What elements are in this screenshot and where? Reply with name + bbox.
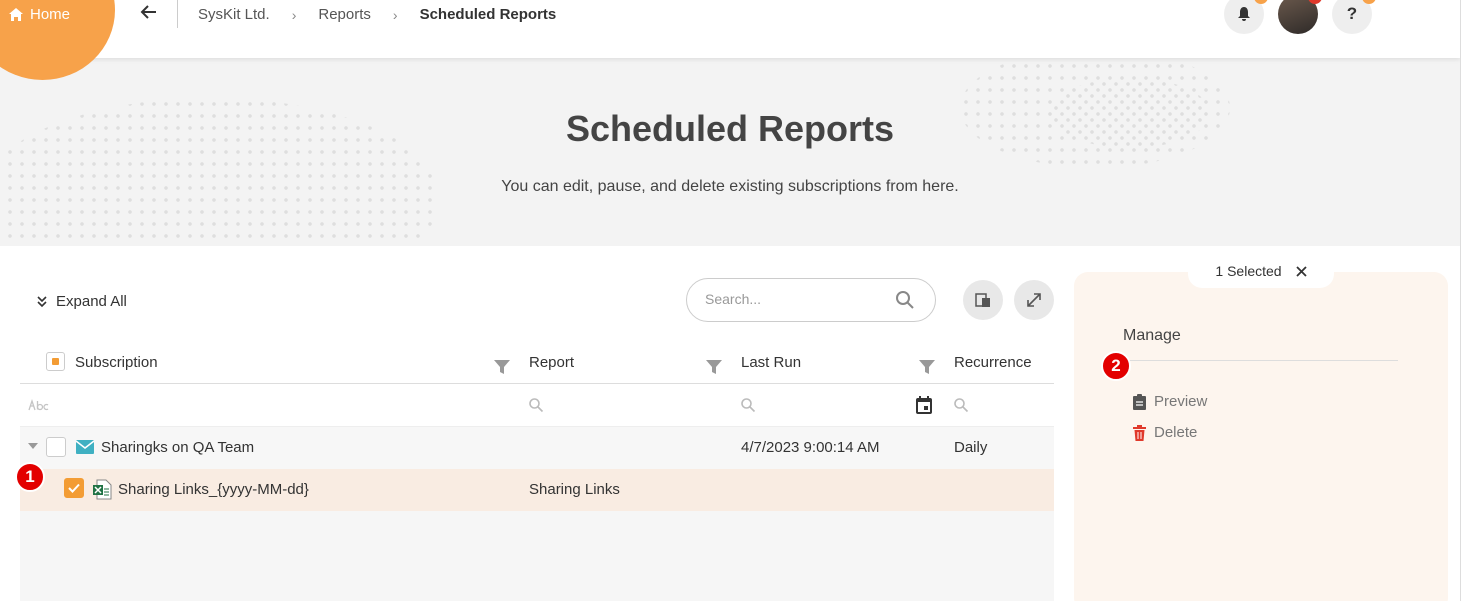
fullscreen-button[interactable] [1014, 280, 1054, 320]
filter-icon[interactable] [705, 358, 723, 376]
calendar-icon[interactable] [915, 395, 933, 415]
page-subtitle: You can edit, pause, and delete existing… [501, 178, 959, 195]
export-button[interactable] [963, 280, 1003, 320]
scrollbar-rail[interactable] [1460, 0, 1474, 601]
column-header-subscription[interactable]: Subscription [75, 354, 158, 371]
filter-row [20, 385, 1054, 427]
filter-icon[interactable] [918, 358, 936, 376]
expand-icon [1027, 293, 1041, 307]
cell-report: Sharing Links [529, 481, 620, 498]
search-icon[interactable] [895, 290, 915, 310]
column-header-last-run[interactable]: Last Run [741, 354, 801, 371]
row-checkbox-checked[interactable] [64, 478, 84, 498]
back-arrow-icon[interactable] [140, 4, 158, 25]
search-icon[interactable] [740, 397, 756, 413]
select-all-checkbox[interactable] [46, 352, 65, 371]
delete-action[interactable]: Delete [1133, 424, 1197, 441]
excel-file-icon [93, 479, 112, 500]
avatar-badge [1308, 0, 1322, 4]
cell-subscription: Sharing Links_{yyyy-MM-dd} [118, 481, 309, 498]
selection-tab: 1 Selected [1188, 254, 1334, 288]
cell-last-run: 4/7/2023 9:00:14 AM [741, 439, 880, 456]
cell-recurrence: Daily [954, 439, 988, 456]
search-icon[interactable] [528, 397, 544, 413]
row-checkbox[interactable] [46, 437, 66, 457]
breadcrumb-current: Scheduled Reports [419, 6, 557, 23]
grid-empty-area [20, 511, 1054, 601]
breadcrumb-reports[interactable]: Reports [318, 6, 371, 23]
table-row[interactable]: Sharingks on QA Team 4/7/2023 9:00:14 AM… [20, 427, 1054, 469]
expand-all-button[interactable]: Expand All [36, 293, 127, 310]
notifications-button[interactable] [1224, 0, 1268, 34]
column-header-report[interactable]: Report [529, 354, 574, 371]
home-link[interactable]: Home [8, 6, 70, 23]
delete-label: Delete [1154, 424, 1198, 441]
header-actions: ? [1224, 0, 1376, 34]
selected-count: 1 Selected [1215, 263, 1282, 279]
breadcrumb-syskit[interactable]: SysKit Ltd. [198, 6, 270, 23]
divider [177, 0, 178, 28]
table-row-selected[interactable]: Sharing Links_{yyyy-MM-dd} Sharing Links [20, 469, 1054, 511]
search-icon[interactable] [953, 397, 969, 413]
text-filter-icon[interactable] [28, 398, 50, 412]
home-label: Home [30, 6, 71, 23]
breadcrumb: SysKit Ltd. › Reports › Scheduled Report… [198, 6, 556, 23]
top-bar: Home SysKit Ltd. › Reports › Scheduled R… [0, 0, 1460, 80]
chevron-right-icon: › [291, 6, 297, 23]
caret-down-icon[interactable] [28, 443, 38, 451]
manage-heading: Manage [1123, 327, 1181, 344]
home-icon [9, 8, 23, 21]
cell-subscription: Sharingks on QA Team [101, 439, 255, 456]
search-box [686, 278, 936, 322]
preview-label: Preview [1154, 393, 1208, 410]
callout-badge-1: 1 [15, 462, 45, 492]
column-header-recurrence[interactable]: Recurrence [954, 354, 1032, 371]
filter-icon[interactable] [493, 358, 511, 376]
bell-icon [1238, 7, 1250, 21]
expand-all-label: Expand All [56, 293, 127, 310]
help-button[interactable]: ? [1332, 0, 1376, 34]
page-hero: Scheduled Reports You can edit, pause, a… [0, 58, 1460, 246]
help-badge [1362, 0, 1376, 4]
page-title: Scheduled Reports [565, 108, 895, 149]
clipboard-icon [1133, 393, 1146, 410]
avatar[interactable] [1278, 0, 1322, 34]
divider [1123, 360, 1398, 361]
notification-badge [1254, 0, 1268, 4]
selection-panel [1074, 272, 1448, 601]
trash-icon [1133, 424, 1146, 441]
chevron-right-icon: › [392, 6, 398, 23]
checkmark-icon [68, 483, 80, 493]
callout-badge-2: 2 [1101, 351, 1131, 381]
double-chevron-down-icon [37, 295, 47, 307]
email-icon [76, 440, 94, 454]
export-icon [975, 293, 990, 307]
close-icon[interactable] [1295, 265, 1307, 277]
help-icon: ? [1346, 4, 1358, 23]
search-input[interactable] [705, 291, 885, 307]
preview-action[interactable]: Preview [1133, 393, 1207, 410]
grid-header: Subscription Report Last Run Recurrence [20, 342, 1054, 384]
